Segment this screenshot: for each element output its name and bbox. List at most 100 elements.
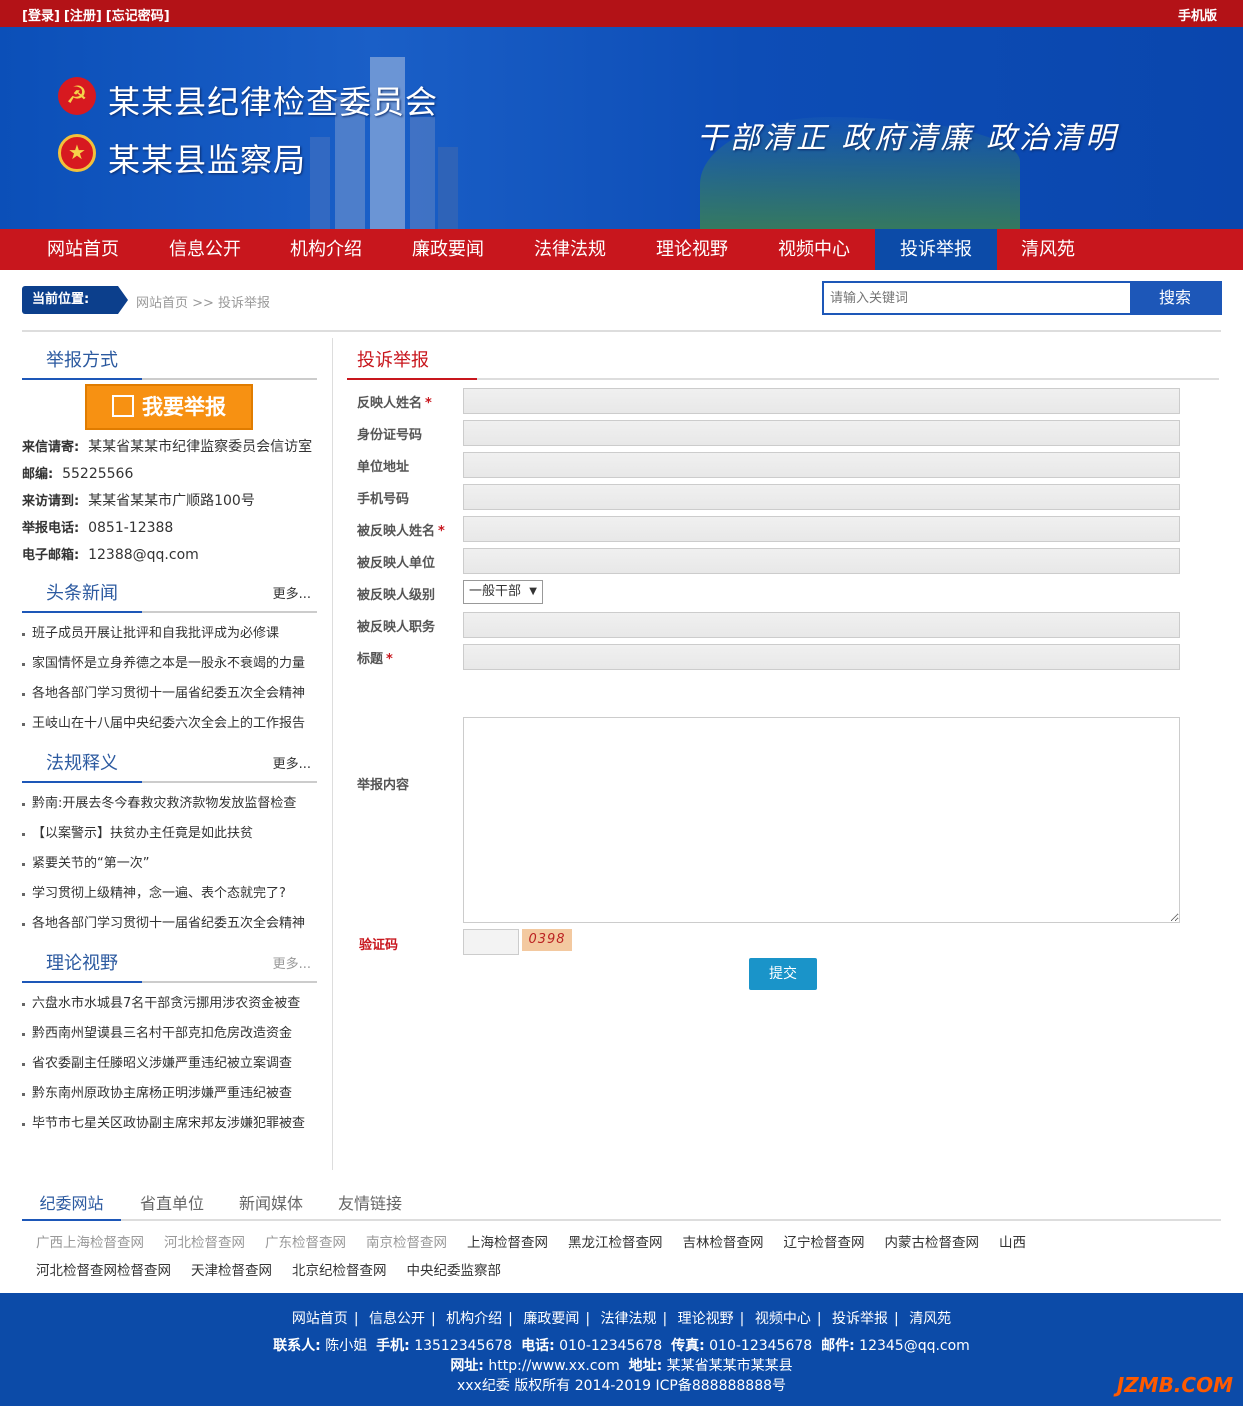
id-number-input[interactable] [463,420,1180,446]
footer-link[interactable]: 信息公开 [369,1311,425,1327]
edit-icon [112,395,134,417]
breadcrumb-path[interactable]: 网站首页 >> 投诉举报 [136,292,270,311]
field-mobile: 手机号码 [347,484,1219,510]
top-bar: [登录] [注册] [忘记密码] 手机版 [0,0,1243,27]
list-item[interactable]: 省农委副主任滕昭义涉嫌严重违纪被立案调查 [22,1049,317,1079]
footer-info: 联系人: 陈小姐 手机: 13512345678 电话: 010-1234567… [0,1336,1243,1396]
accused-level-select[interactable]: 一般干部 ▼ [463,580,543,604]
footer-link[interactable]: 机构介绍 [446,1311,502,1327]
link-item[interactable]: 黑龙江检督查网 [568,1229,663,1257]
field-reporter-name: 反映人姓名 * [347,388,1219,414]
title-input[interactable] [463,644,1180,670]
report-form-section: 投诉举报 反映人姓名 * 身份证号码 单位地址 手机号码 被反映人姓名 * 被反映人… [347,338,1219,990]
link-item[interactable]: 天津检督查网 [191,1257,272,1285]
link-item[interactable]: 南京检督查网 [366,1229,447,1257]
column-divider [332,338,333,1170]
search-input[interactable] [824,283,1132,313]
link-item[interactable]: 内蒙古检督查网 [885,1229,980,1257]
list-item[interactable]: 王岐山在十八届中央纪委六次全会上的工作报告 [22,709,317,739]
contact-info: 来信请寄: 某某省某某市纪律监察委员会信访室 邮编: 55225566 来访请到… [22,434,317,569]
nav-report[interactable]: 投诉举报 [875,229,997,270]
footer-link[interactable]: 网站首页 [292,1311,348,1327]
nav-home[interactable]: 网站首页 [22,229,144,270]
field-work-address: 单位地址 [347,452,1219,478]
link-item[interactable]: 广东检督查网 [265,1229,346,1257]
headline-more-link[interactable]: 更多... [273,583,311,602]
work-address-input[interactable] [463,452,1180,478]
list-item[interactable]: 六盘水市水城县7名干部贪污挪用涉农资金被查 [22,989,317,1019]
city-skyline-image [310,57,458,229]
nav-law[interactable]: 法律法规 [509,229,631,270]
nav-theory[interactable]: 理论视野 [631,229,753,270]
footer-link[interactable]: 理论视野 [678,1311,734,1327]
nav-info[interactable]: 信息公开 [144,229,266,270]
mobile-version-link[interactable]: 手机版 [1178,5,1217,24]
nav-video[interactable]: 视频中心 [753,229,875,270]
reporter-name-input[interactable] [463,388,1180,414]
forgot-password-link[interactable]: [忘记密码] [106,5,170,24]
link-item[interactable]: 河北检督查网检督查网 [36,1257,171,1285]
content-textarea[interactable] [463,717,1180,923]
list-item[interactable]: 家国情怀是立身养德之本是一股永不衰竭的力量 [22,649,317,679]
contact-phone: 举报电话: 0851-12388 [22,520,174,536]
link-item[interactable]: 上海检督查网 [467,1229,548,1257]
login-link[interactable]: [登录] [22,5,60,24]
tab-jiwei[interactable]: 纪委网站 [22,1190,121,1221]
site-title: 某某县纪律检查委员会 [108,83,439,121]
tab-media[interactable]: 新闻媒体 [239,1190,303,1214]
accused-position-input[interactable] [463,612,1180,638]
captcha-label: 验证码 [359,938,399,953]
tab-friend[interactable]: 友情链接 [338,1190,402,1214]
list-item[interactable]: 各地各部门学习贯彻十一届省纪委五次全会精神 [22,909,317,939]
contact-visit: 来访请到: 某某省某某市广顺路100号 [22,493,255,509]
content-label: 举报内容 [357,778,410,793]
footer-link[interactable]: 廉政要闻 [523,1311,579,1327]
footer-copyright: xxx纪委 版权所有 2014-2019 ICP备888888888号 [456,1378,787,1394]
footer-contact-line: 联系人: 陈小姐 手机: 13512345678 电话: 010-1234567… [273,1338,970,1354]
national-emblem-icon: ★ [58,134,96,172]
list-item[interactable]: 紧要关节的“第一次” [22,849,317,879]
theory-more-link[interactable]: 更多... [273,953,311,972]
accused-name-input[interactable] [463,516,1180,542]
link-item[interactable]: 河北检督查网 [164,1229,245,1257]
list-item[interactable]: 班子成员开展让批评和自我批评成为必修课 [22,619,317,649]
nav-qingfeng[interactable]: 清风苑 [988,229,1108,270]
list-item[interactable]: 学习贯彻上级精神，念一遍、表个态就完了? [22,879,317,909]
footer-address-line: 网址: http://www.xx.com 地址: 某某省某某市某某县 [450,1358,793,1374]
submit-button[interactable]: 提交 [749,958,817,990]
link-item[interactable]: 山西 [999,1229,1026,1257]
contact-email: 电子邮箱: 12388@qq.com [22,547,199,563]
dropdown-arrow-icon: ▼ [529,586,537,597]
captcha-input[interactable] [463,929,519,955]
report-now-button[interactable]: 我要举报 [85,384,253,430]
list-item[interactable]: 各地各部门学习贯彻十一届省纪委五次全会精神 [22,679,317,709]
nav-news[interactable]: 廉政要闻 [387,229,509,270]
link-item[interactable]: 北京纪检督查网 [292,1257,387,1285]
nav-org[interactable]: 机构介绍 [265,229,387,270]
headline-list: 班子成员开展让批评和自我批评成为必修课 家国情怀是立身养德之本是一股永不衰竭的力… [22,619,317,739]
list-item[interactable]: 毕节市七星关区政协副主席宋邦友涉嫌犯罪被查 [22,1109,317,1139]
mobile-input[interactable] [463,484,1180,510]
law-more-link[interactable]: 更多... [273,753,311,772]
links-tabs: 纪委网站 省直单位 新闻媒体 友情链接 [22,1180,1221,1221]
captcha-image[interactable]: 0398 [522,929,572,951]
footer-link[interactable]: 清风苑 [909,1311,951,1327]
link-item[interactable]: 中央纪委监察部 [407,1257,502,1285]
tab-provincial[interactable]: 省直单位 [140,1190,204,1214]
link-item[interactable]: 广西上海检督查网 [36,1229,144,1257]
link-item[interactable]: 吉林检督查网 [683,1229,764,1257]
footer-link[interactable]: 视频中心 [755,1311,811,1327]
footer-link[interactable]: 法律法规 [601,1311,657,1327]
location-label: 当前位置: [22,286,128,314]
footer-link[interactable]: 投诉举报 [832,1311,888,1327]
field-accused-level: 被反映人级别 一般干部 ▼ [347,580,1219,606]
list-item[interactable]: 黔西南州望谟县三名村干部克扣危房改造资金 [22,1019,317,1049]
register-link[interactable]: [注册] [64,5,102,24]
link-item[interactable]: 辽宁检督查网 [784,1229,865,1257]
search-button[interactable]: 搜索 [1130,283,1220,313]
list-item[interactable]: 黔南:开展去冬今春救灾救济款物发放监督检查 [22,789,317,819]
list-item[interactable]: 黔东南州原政协主席杨正明涉嫌严重违纪被查 [22,1079,317,1109]
accused-unit-input[interactable] [463,548,1180,574]
list-item[interactable]: 【以案警示】扶贫办主任竟是如此扶贫 [22,819,317,849]
field-title: 标题 * [347,644,1219,670]
